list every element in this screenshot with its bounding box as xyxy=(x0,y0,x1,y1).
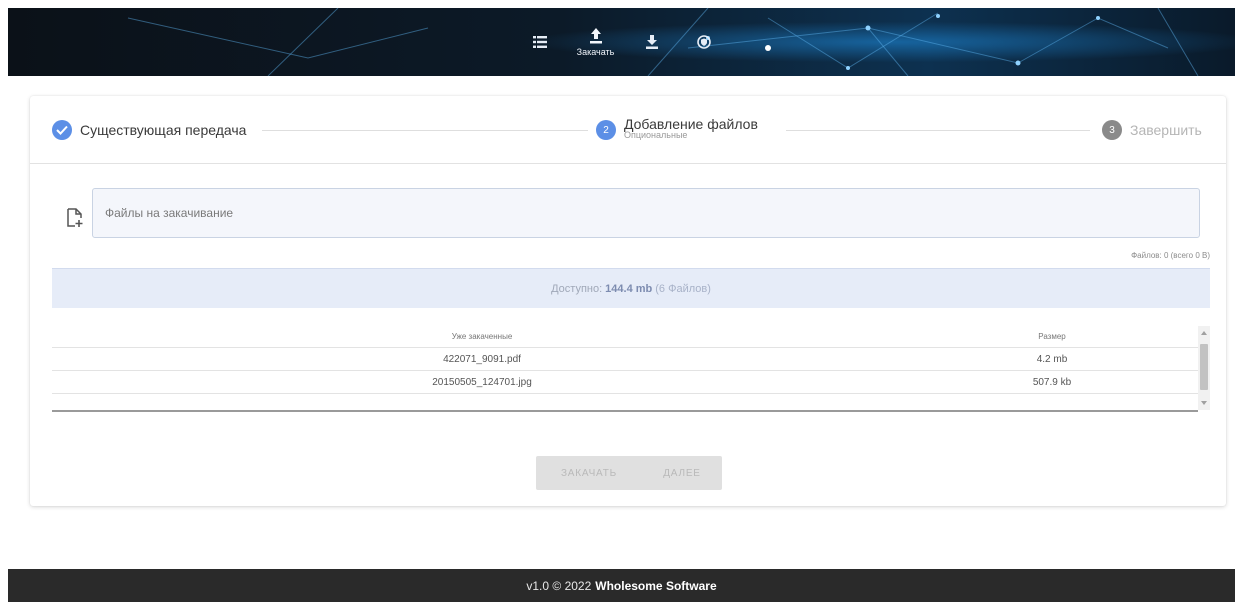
step-number: 2 xyxy=(596,120,616,140)
download-icon xyxy=(645,35,658,49)
step-existing-transfer[interactable]: Существующая передача xyxy=(52,96,246,164)
step-connector-1 xyxy=(262,130,588,131)
available-file-count: (6 Файлов) xyxy=(655,282,711,295)
file-name: 422071_9091.pdf xyxy=(443,353,521,365)
nav-upload-button[interactable]: Закачать xyxy=(566,12,626,72)
nav-items: Закачать xyxy=(8,8,1235,76)
shield-icon xyxy=(696,35,711,49)
check-icon xyxy=(52,120,72,140)
table-header: Уже закаченные Размер xyxy=(52,326,1210,348)
step-add-files-sublabel: Опциональные xyxy=(624,130,688,140)
list-icon xyxy=(532,36,547,48)
uploaded-files-table: Уже закаченные Размер 422071_9091.pdf 4.… xyxy=(52,326,1210,412)
scroll-thumb[interactable] xyxy=(1200,344,1208,390)
upload-button[interactable]: Закачать xyxy=(536,456,642,490)
footer: v1.0 © 2022 Wholesome Software xyxy=(8,569,1235,602)
table-row[interactable]: 20150505_124701.jpg 507.9 kb xyxy=(52,371,1210,394)
step-finish-label: Завершить xyxy=(1130,122,1202,138)
step-add-files[interactable]: 2 Добавление файлов Опциональные xyxy=(596,96,758,164)
footer-company: Wholesome Software xyxy=(595,578,717,593)
step-existing-transfer-label: Существующая передача xyxy=(80,122,247,138)
available-amount: 144.4 mb xyxy=(605,282,653,295)
step-finish[interactable]: 3 Завершить xyxy=(1102,96,1202,164)
step-connector-2 xyxy=(786,130,1090,131)
available-prefix: Доступно: xyxy=(551,282,603,295)
step-number: 3 xyxy=(1102,120,1122,140)
nav-upload-label: Закачать xyxy=(576,46,615,57)
transfer-card: Существующая передача 2 Добавление файло… xyxy=(30,96,1226,506)
nav-security-button[interactable] xyxy=(678,12,730,72)
scroll-up-arrow-icon[interactable] xyxy=(1201,331,1207,335)
next-button[interactable]: Далее xyxy=(642,456,722,490)
table-row[interactable]: 422071_9091.pdf 4.2 mb xyxy=(52,348,1210,371)
footer-version: v1.0 © 2022 xyxy=(526,578,592,593)
files-input-placeholder: Файлы на закачивание xyxy=(105,206,234,220)
header-size: Размер xyxy=(1038,332,1066,341)
available-space-banner: Доступно: 144.4 mb (6 Файлов) xyxy=(52,268,1210,308)
upload-icon xyxy=(589,27,602,43)
nav-list-button[interactable] xyxy=(514,12,566,72)
scroll-down-arrow-icon[interactable] xyxy=(1201,401,1207,405)
file-size: 4.2 mb xyxy=(1036,353,1068,365)
table-scrollbar[interactable] xyxy=(1198,326,1210,410)
action-buttons: Закачать Далее xyxy=(536,456,722,490)
nav-download-button[interactable] xyxy=(626,12,678,72)
file-count-hint: Файлов: 0 (всего 0 B) xyxy=(1131,251,1210,260)
table-bottom-border xyxy=(52,410,1198,412)
top-navigation-bar: Закачать xyxy=(8,8,1235,76)
stepper: Существующая передача 2 Добавление файло… xyxy=(30,96,1226,164)
file-add-icon[interactable] xyxy=(66,208,84,228)
header-name: Уже закаченные xyxy=(451,332,513,341)
file-name: 20150505_124701.jpg xyxy=(432,376,532,388)
files-to-upload-input[interactable]: Файлы на закачивание xyxy=(92,188,1200,238)
file-size: 507.9 kb xyxy=(1032,376,1072,388)
